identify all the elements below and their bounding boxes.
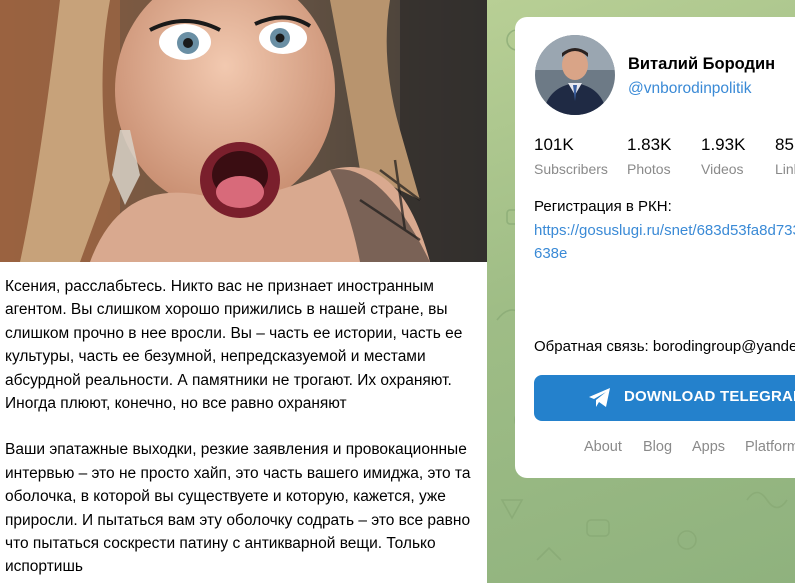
channel-description: Регистрация в РКН: https://gosuslugi.ru/…	[534, 195, 795, 266]
feedback-text: Обратная связь: borodingroup@yandex.ru	[534, 338, 795, 355]
footer-link-platform[interactable]: Platform	[745, 439, 795, 455]
channel-post: Ксения, расслабьтесь. Никто вас не призн…	[0, 0, 487, 583]
stat-label: Subscribers	[534, 161, 608, 177]
telegram-plane-icon	[588, 387, 612, 414]
avatar-image	[535, 35, 615, 115]
channel-name: Виталий Бородин	[628, 55, 776, 73]
stat-links[interactable]: 85 Links	[775, 134, 795, 180]
post-text: Ксения, расслабьтесь. Никто вас не призн…	[5, 275, 480, 583]
stat-value: 1.83K	[627, 135, 672, 154]
stat-label: Links	[775, 161, 795, 177]
stat-value: 101K	[534, 135, 574, 154]
footer-link-blog[interactable]: Blog	[643, 439, 672, 455]
stat-value: 85	[775, 135, 794, 154]
channel-handle[interactable]: @vnborodinpolitik	[628, 80, 751, 98]
stat-subscribers: 101K Subscribers	[534, 134, 608, 180]
stat-label: Videos	[701, 161, 744, 177]
stat-photos[interactable]: 1.83K Photos	[627, 134, 671, 180]
footer-link-apps[interactable]: Apps	[692, 439, 725, 455]
download-telegram-button[interactable]: DOWNLOAD TELEGRAM	[534, 375, 795, 421]
footer-link-about[interactable]: About	[584, 439, 622, 455]
stat-videos[interactable]: 1.93K Videos	[701, 134, 745, 180]
download-label: DOWNLOAD TELEGRAM	[624, 388, 795, 405]
post-photo-image	[0, 0, 487, 262]
channel-card: Виталий Бородин @vnborodinpolitik 101K S…	[515, 17, 795, 478]
channel-avatar[interactable]	[535, 35, 615, 115]
post-paragraph-2: Ваши эпатажные выходки, резкие заявления…	[5, 441, 471, 576]
stat-value: 1.93K	[701, 135, 746, 154]
description-text: Регистрация в РКН:	[534, 198, 672, 215]
post-paragraph-1: Ксения, расслабьтесь. Никто вас не призн…	[5, 278, 463, 413]
post-photo[interactable]	[0, 0, 487, 262]
description-link[interactable]: https://gosuslugi.ru/snet/683d53fa8d733a…	[534, 219, 795, 266]
stat-label: Photos	[627, 161, 671, 177]
